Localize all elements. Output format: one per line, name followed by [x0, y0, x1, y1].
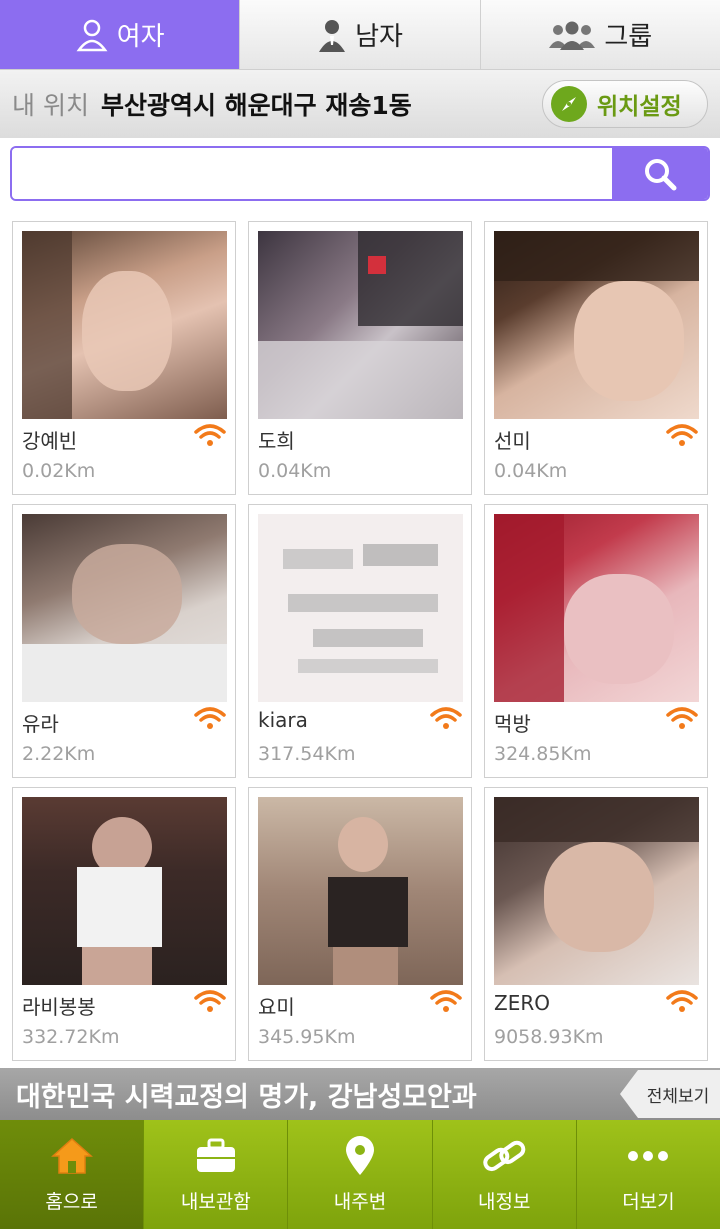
profile-photo	[258, 231, 463, 419]
profile-name: 라비봉봉	[22, 995, 96, 1019]
nav-my-info-label: 내정보	[477, 1191, 531, 1213]
profile-photo	[494, 231, 699, 419]
nav-nearby-label: 내주변	[333, 1191, 387, 1213]
nav-storage[interactable]: 내보관함	[144, 1120, 289, 1229]
location-label: 내 위치	[12, 91, 89, 120]
profile-name: 선미	[494, 429, 531, 453]
profile-distance: 2.22Km	[22, 743, 96, 765]
nav-my-info[interactable]: 내정보	[432, 1120, 577, 1229]
profile-distance: 9058.93Km	[494, 1026, 604, 1048]
more-dots-icon	[628, 1151, 669, 1161]
online-signal-icon	[430, 707, 462, 729]
bottom-nav: 홈으로 내보관함 내주변 내정보 더보기	[0, 1120, 720, 1229]
profile-card[interactable]: 라비봉봉 332.72Km	[12, 787, 236, 1061]
profile-name: 유라	[22, 712, 59, 736]
profile-name: 도희	[258, 429, 295, 453]
profile-name: 먹방	[494, 712, 531, 736]
profile-card[interactable]: kiara 317.54Km	[248, 504, 472, 778]
profile-photo	[22, 797, 227, 985]
male-user-icon	[319, 19, 346, 52]
profile-name: 요미	[258, 995, 295, 1019]
search-icon	[645, 158, 677, 190]
tab-male-label: 남자	[355, 22, 403, 52]
online-signal-icon	[194, 707, 226, 729]
profile-card[interactable]: 도희 0.04Km	[248, 221, 472, 495]
profile-photo	[258, 797, 463, 985]
online-signal-icon	[430, 990, 462, 1012]
briefcase-icon	[196, 1138, 235, 1172]
view-all-label: 전체보기	[646, 1086, 710, 1107]
compass-icon	[551, 86, 587, 122]
location-bar: 내 위치 부산광역시 해운대구 재송1동 위치설정	[0, 70, 720, 138]
profile-distance: 345.95Km	[258, 1026, 356, 1048]
profile-photo	[258, 514, 463, 702]
female-user-icon	[76, 19, 108, 51]
profile-name: kiara	[258, 708, 308, 732]
set-location-label: 위치설정	[597, 94, 682, 120]
map-pin-icon	[346, 1136, 374, 1175]
ad-banner-text: 대한민국 시력교정의 명가, 강남성모안과	[16, 1081, 477, 1113]
search-input[interactable]	[12, 148, 612, 199]
link-icon	[483, 1140, 526, 1172]
profile-photo	[22, 514, 227, 702]
group-icon	[549, 21, 596, 50]
view-all-button[interactable]: 전체보기	[620, 1070, 720, 1118]
tab-male[interactable]: 남자	[240, 0, 481, 69]
nav-storage-label: 내보관함	[180, 1191, 251, 1213]
online-signal-icon	[666, 990, 698, 1012]
location-value: 부산광역시 해운대구 재송1동	[100, 91, 412, 120]
profile-card[interactable]: 먹방 324.85Km	[484, 504, 708, 778]
search-bar	[10, 146, 710, 201]
profile-distance: 324.85Km	[494, 743, 592, 765]
nav-more-label: 더보기	[622, 1191, 675, 1213]
profile-distance: 332.72Km	[22, 1026, 120, 1048]
profile-distance: 0.02Km	[22, 460, 96, 482]
nav-home[interactable]: 홈으로	[0, 1120, 145, 1229]
nav-nearby[interactable]: 내주변	[288, 1120, 433, 1229]
nav-home-label: 홈으로	[45, 1191, 98, 1213]
profile-name: ZERO	[494, 991, 550, 1015]
tab-female[interactable]: 여자	[0, 0, 241, 69]
online-signal-icon	[194, 990, 226, 1012]
online-signal-icon	[666, 707, 698, 729]
profile-card[interactable]: ZERO 9058.93Km	[484, 787, 708, 1061]
profile-distance: 0.04Km	[494, 460, 568, 482]
tab-group-label: 그룹	[604, 22, 653, 52]
online-signal-icon	[194, 424, 226, 446]
profile-card[interactable]: 유라 2.22Km	[12, 504, 236, 778]
profile-name: 강예빈	[22, 429, 78, 453]
profile-photo	[494, 797, 699, 985]
ad-banner[interactable]: 대한민국 시력교정의 명가, 강남성모안과 전체보기	[0, 1068, 720, 1120]
profile-distance: 317.54Km	[258, 743, 356, 765]
profile-card[interactable]: 강예빈 0.02Km	[12, 221, 236, 495]
nav-more[interactable]: 더보기	[576, 1120, 720, 1229]
search-button[interactable]	[612, 148, 708, 199]
tab-group[interactable]: 그룹	[480, 0, 720, 69]
gender-tabs: 여자 남자 그룹	[0, 0, 720, 70]
profile-card[interactable]: 선미 0.04Km	[484, 221, 708, 495]
profile-card[interactable]: 요미 345.95Km	[248, 787, 472, 1061]
online-signal-icon	[666, 424, 698, 446]
home-icon	[50, 1137, 93, 1174]
tab-female-label: 여자	[116, 22, 165, 52]
set-location-button[interactable]: 위치설정	[542, 80, 708, 128]
profile-photo	[22, 231, 227, 419]
profile-photo	[494, 514, 699, 702]
profile-distance: 0.04Km	[258, 460, 332, 482]
